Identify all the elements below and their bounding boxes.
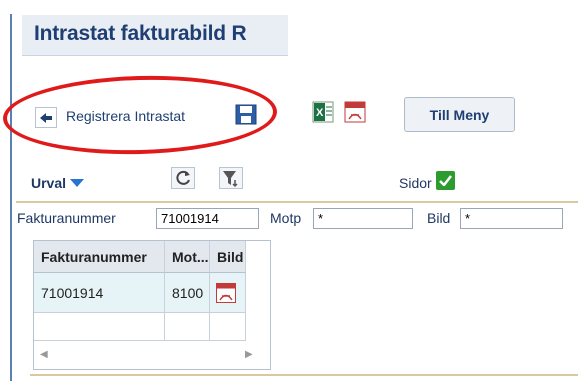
fakturanummer-label: Fakturanummer: [17, 210, 116, 226]
empty-cell: [210, 313, 246, 341]
scroll-right-arrow[interactable]: ▶: [245, 349, 253, 360]
urval-dropdown[interactable]: Urval: [31, 175, 85, 191]
refresh-button[interactable]: [171, 167, 195, 189]
caret-down-icon: [70, 178, 85, 187]
column-header-bild[interactable]: Bild: [210, 241, 246, 273]
column-header-motp[interactable]: Mot...: [165, 241, 210, 273]
bild-label: Bild: [427, 210, 451, 226]
clear-filter-button[interactable]: [219, 167, 243, 189]
column-header-fakturanummer[interactable]: Fakturanummer: [34, 241, 165, 273]
cell-fakturanummer[interactable]: 71001914: [34, 273, 165, 313]
sidor-label: Sidor: [399, 175, 432, 191]
motp-label: Motp: [270, 210, 302, 226]
filter-icon: [219, 167, 243, 189]
bottom-divider: [30, 374, 578, 376]
pdf-icon[interactable]: [216, 282, 236, 303]
excel-export-button[interactable]: X: [312, 101, 334, 123]
window-left-border: [10, 14, 12, 381]
page-title: Intrastat fakturabild R: [34, 22, 247, 45]
cell-motp[interactable]: 8100: [165, 273, 210, 313]
refresh-icon: [171, 167, 195, 189]
excel-icon: X: [312, 101, 334, 123]
sidor-checkbox[interactable]: [436, 171, 455, 190]
empty-cell: [165, 313, 210, 341]
pdf-icon: [344, 101, 366, 123]
cell-bild[interactable]: [210, 273, 246, 313]
urval-label: Urval: [31, 175, 67, 191]
bild-input[interactable]: [460, 208, 563, 229]
motp-input[interactable]: [313, 208, 413, 229]
fakturanummer-input[interactable]: [156, 208, 259, 229]
svg-text:X: X: [316, 107, 324, 119]
menu-button[interactable]: Till Meny: [404, 97, 515, 132]
highlight-ellipse: [2, 72, 278, 158]
checkmark-icon: [439, 175, 452, 186]
results-table: Fakturanummer Mot... Bild 71001914 8100: [33, 240, 271, 370]
divider: [16, 201, 578, 203]
pdf-export-button[interactable]: [344, 101, 366, 123]
empty-cell: [34, 313, 165, 341]
scroll-left-arrow[interactable]: ◀: [40, 349, 48, 360]
